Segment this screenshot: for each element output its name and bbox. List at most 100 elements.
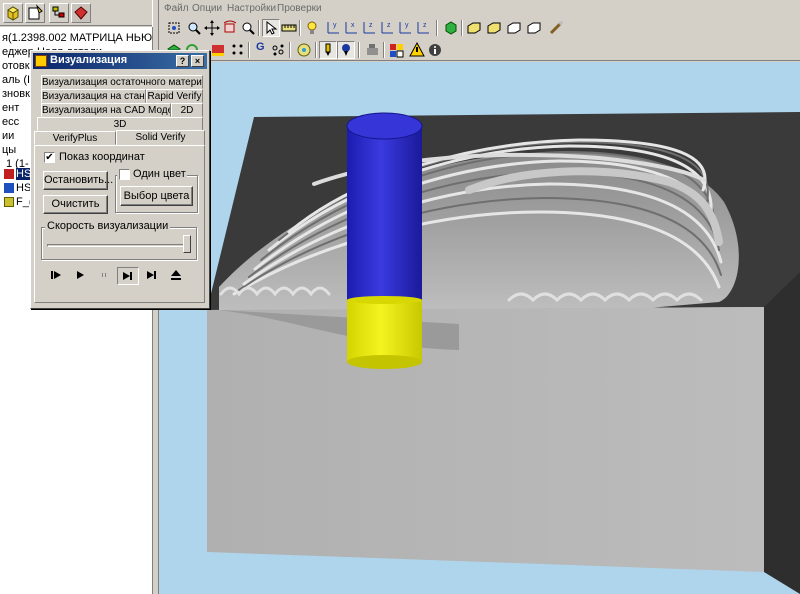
svg-text:z: z <box>369 22 373 29</box>
menu-options[interactable]: Опции <box>192 3 222 14</box>
show-coords-checkbox[interactable]: ✔ <box>44 152 55 163</box>
choose-color-button[interactable]: Выбор цвета <box>120 186 193 206</box>
target-icon[interactable] <box>295 41 313 59</box>
menu-file[interactable]: Файл <box>164 3 189 14</box>
toolbar-separator <box>248 42 250 58</box>
step-to-end-icon[interactable] <box>141 267 163 285</box>
box-view-1-icon[interactable] <box>465 19 483 37</box>
tree-item-selected[interactable]: HS <box>4 167 32 181</box>
tree-item[interactable]: цы <box>2 143 16 157</box>
tool-display-icon[interactable] <box>319 41 337 59</box>
stop-button[interactable]: Остановить... <box>43 171 113 190</box>
tree-item[interactable]: HS <box>4 181 31 195</box>
playback-controls <box>45 267 195 285</box>
view-top-icon[interactable]: z <box>415 19 433 37</box>
holder-display-icon[interactable] <box>337 41 355 59</box>
step-to-start-icon[interactable] <box>45 267 67 285</box>
colors-icon[interactable] <box>388 41 406 59</box>
tree-view-icon[interactable] <box>49 3 69 23</box>
pause-icon[interactable] <box>93 267 115 285</box>
grid-points-icon[interactable] <box>229 41 247 59</box>
tool-tip <box>347 300 422 362</box>
svg-text:z: z <box>423 22 427 29</box>
play-icon[interactable] <box>69 267 91 285</box>
rotate-icon[interactable] <box>221 19 239 37</box>
light-icon[interactable] <box>303 19 321 37</box>
toolbar-separator <box>299 20 301 36</box>
tool-holder-icon[interactable] <box>209 41 227 59</box>
tab-cad-model[interactable]: Визуализация на CAD Модели <box>41 103 171 117</box>
view-iso-icon[interactable]: z <box>379 19 397 37</box>
show-coords-label: Показ координат <box>59 151 145 163</box>
info-icon[interactable] <box>426 41 444 59</box>
visualization-dialog: Визуализация ? × Визуализация остаточног… <box>30 50 210 309</box>
view-xy-icon[interactable]: y <box>325 19 343 37</box>
dialog-titlebar[interactable]: Визуализация ? × <box>33 53 207 69</box>
machine-icon[interactable] <box>363 41 381 59</box>
app-icon <box>35 55 47 67</box>
svg-text:x: x <box>351 22 355 29</box>
box-view-2-icon[interactable] <box>485 19 503 37</box>
collision-icon[interactable] <box>408 41 426 59</box>
single-color-label: Один цвет <box>133 168 186 180</box>
svg-text:y: y <box>405 22 409 29</box>
toolbar-separator <box>461 20 463 36</box>
speed-slider-thumb[interactable] <box>183 235 191 253</box>
tree-item[interactable]: ии <box>2 129 14 143</box>
cube-icon[interactable] <box>3 3 23 23</box>
tab-machine-visualization[interactable]: Визуализация на станке <box>41 89 146 103</box>
stock-render <box>207 112 800 594</box>
tree-item[interactable]: есс <box>2 115 19 129</box>
measure-icon[interactable] <box>280 19 298 37</box>
step-forward-icon[interactable] <box>117 267 139 285</box>
menu-bar: Файл Опции Настройки Проверки <box>159 0 800 17</box>
toolbar-separator <box>289 42 291 58</box>
menu-settings[interactable]: Настройки <box>227 3 276 14</box>
toolbar-separator <box>258 20 260 36</box>
gcode-label[interactable]: G <box>256 41 265 53</box>
brush-icon[interactable] <box>547 19 565 37</box>
tree-item[interactable]: я(1.2398.002 МАТРИЦА НЬЮ) <box>2 31 152 45</box>
stock-right-face <box>764 272 800 594</box>
properties-icon[interactable] <box>25 3 45 23</box>
zoom-icon[interactable] <box>185 19 203 37</box>
view-front-icon[interactable]: y <box>397 19 415 37</box>
single-color-legend: Один цвет <box>117 167 187 181</box>
zoom-fit-icon[interactable] <box>239 19 257 37</box>
close-button[interactable]: × <box>191 55 204 67</box>
eject-icon[interactable] <box>165 267 187 285</box>
view-zx-icon[interactable]: x <box>343 19 361 37</box>
tab-residual-material[interactable]: Визуализация остаточного материала <box>41 75 203 89</box>
verify-toolbar: G <box>159 39 800 61</box>
tab-2d[interactable]: 2D <box>171 103 203 117</box>
verify-viewport[interactable] <box>159 62 800 594</box>
verify-icon[interactable] <box>71 3 91 23</box>
tree-item-label: HS <box>16 182 32 194</box>
box-view-3-icon[interactable] <box>505 19 523 37</box>
tree-item-label: HS <box>16 168 32 180</box>
left-toolbar <box>0 0 153 26</box>
chain-icon[interactable] <box>269 41 287 59</box>
clear-button[interactable]: Очистить <box>43 195 108 214</box>
tab-3d[interactable]: 3D <box>37 117 203 131</box>
tool-shank <box>347 126 422 300</box>
zoom-window-icon[interactable] <box>165 19 183 37</box>
select-cursor-icon[interactable] <box>262 19 280 37</box>
pan-icon[interactable] <box>203 19 221 37</box>
shaded-view-icon[interactable] <box>442 19 460 37</box>
tab-solid-verify[interactable]: Solid Verify <box>116 130 205 145</box>
help-button[interactable]: ? <box>176 55 189 67</box>
tab-rapid-verify[interactable]: Rapid Verify <box>146 89 203 103</box>
tool-tip-bottom <box>347 355 422 369</box>
toolpath-icon <box>4 183 14 194</box>
single-color-checkbox[interactable] <box>119 169 130 180</box>
toolpath-icon <box>4 169 14 180</box>
toolbar-separator <box>436 20 438 36</box>
toolbar-separator <box>358 42 360 58</box>
tab-verifyplus[interactable]: VerifyPlus <box>34 131 116 145</box>
tree-item[interactable]: ент <box>2 101 19 115</box>
view-yz-icon[interactable]: z <box>361 19 379 37</box>
tree-item[interactable]: F_( <box>4 195 33 209</box>
box-view-4-icon[interactable] <box>525 19 543 37</box>
menu-checks[interactable]: Проверки <box>277 3 322 14</box>
